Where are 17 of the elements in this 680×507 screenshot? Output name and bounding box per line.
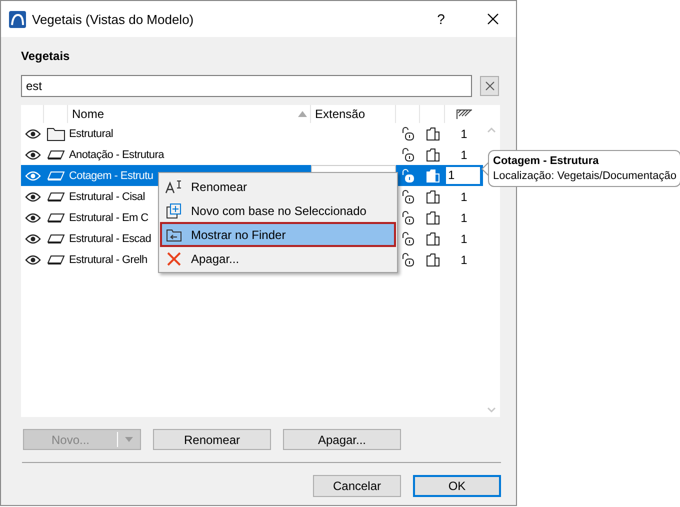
- layer-name: Estrutural - Grelh: [69, 254, 148, 266]
- number-text: 1: [460, 126, 468, 140]
- number-text: 1: [460, 210, 468, 224]
- layer-name: Estrutural - Cisal: [69, 190, 145, 202]
- layer-name: Cotagem - Estrutu: [69, 170, 154, 182]
- layer-name: Anotação - Estrutura: [69, 148, 164, 160]
- tooltip-title: Cotagem - Estrutura: [493, 155, 600, 167]
- number-text: 1: [460, 232, 468, 246]
- tooltip-text: Localização: Vegetais/Documentação: [493, 170, 676, 182]
- layer-name: Estrutural - Em C: [69, 212, 148, 224]
- number-text: 1: [460, 148, 468, 162]
- section-heading: Vegetais: [21, 49, 71, 65]
- window-title: Vegetais (Vistas do Modelo): [32, 12, 195, 26]
- layer-name: Estrutural - Escad: [69, 232, 152, 244]
- number-text: 1: [460, 190, 468, 204]
- number-text: 1: [460, 252, 468, 266]
- layer-name: Estrutural: [69, 128, 114, 140]
